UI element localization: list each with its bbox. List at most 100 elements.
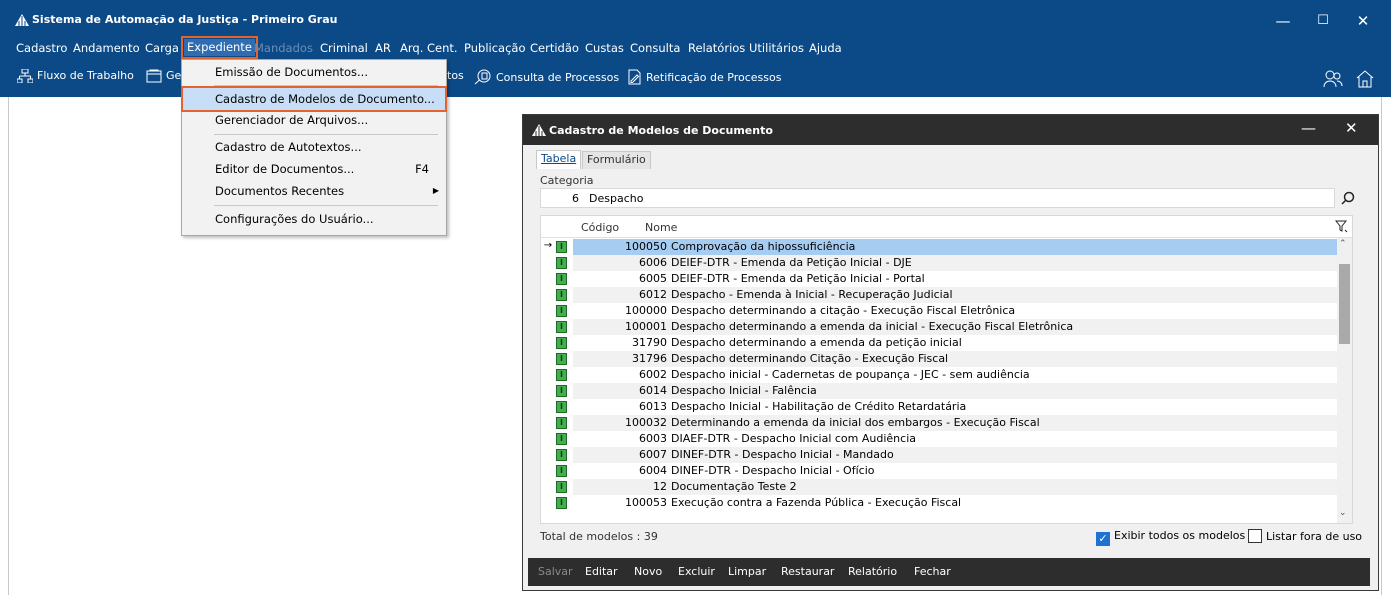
table-row[interactable]: I 6013 Despacho Inicial - Habilitação de C… (541, 399, 1337, 415)
table-row[interactable]: I 6005 DEIEF-DTR - Emenda da Petição Inici… (541, 271, 1337, 287)
tab-formulario[interactable]: Formulário (582, 151, 651, 169)
menu-item-emissao-documentos[interactable]: Emissão de Documentos... (183, 61, 445, 83)
editar-button[interactable]: Editar (585, 565, 618, 578)
users-icon[interactable] (1323, 70, 1343, 88)
limpar-button[interactable]: Limpar (728, 565, 766, 578)
show-all-models-checkbox[interactable]: ✓ Exibir todos os modelos (1096, 529, 1245, 546)
toolbar-workflow[interactable]: Fluxo de Trabalho (16, 68, 134, 84)
menu-item-configuracoes-usuario[interactable]: Configurações do Usuário... (183, 208, 445, 230)
fechar-button[interactable]: Fechar (914, 565, 951, 578)
relatório-button[interactable]: Relatório (848, 565, 897, 578)
menu-carga[interactable]: Carga (145, 41, 179, 55)
dialog-close-button[interactable]: ✕ (1345, 119, 1358, 137)
checkbox-unchecked-icon (1248, 529, 1262, 543)
toolbar-hidden-item[interactable]: tos (447, 69, 464, 82)
menu-item-cadastro-autotextos[interactable]: Cadastro de Autotextos... (183, 136, 445, 158)
menu-consulta[interactable]: Consulta (630, 41, 680, 55)
menu-certid-o[interactable]: Certidão (530, 41, 579, 55)
maximize-button[interactable]: ☐ (1303, 8, 1343, 34)
menu-separator (214, 134, 438, 135)
cell-codigo: 12 (653, 480, 667, 493)
menu-ajuda[interactable]: Ajuda (809, 41, 842, 55)
main-title-bar: Sistema de Automação da Justiça - Primei… (0, 0, 1391, 38)
cell-codigo: 6005 (639, 272, 667, 285)
column-header-nome[interactable]: Nome (645, 221, 677, 234)
dialog-title-bar: Cadastro de Modelos de Documento — ✕ (523, 115, 1378, 145)
cell-codigo: 6012 (639, 288, 667, 301)
menu-mandados: Mandados (254, 41, 313, 55)
status-active-icon: I (556, 465, 567, 477)
menu-item-cadastro-modelos[interactable]: Cadastro de Modelos de Documento... (181, 86, 447, 112)
menu-utilit-rios[interactable]: Utilitários (749, 41, 804, 55)
toolbar-document-manager[interactable]: Ge (146, 69, 181, 83)
menu-separator (214, 205, 438, 206)
filter-icon[interactable] (1335, 220, 1348, 233)
minimize-icon: — (1301, 119, 1316, 137)
table-row[interactable]: I 31790 Despacho determinando a emenda da … (541, 335, 1337, 351)
menu-item-documentos-recentes[interactable]: Documentos Recentes ▶ (183, 180, 445, 202)
table-row[interactable]: I 6007 DINEF-DTR - Despacho Inicial - Mand… (541, 447, 1337, 463)
table-row[interactable]: I 6006 DEIEF-DTR - Emenda da Petição Inici… (541, 255, 1337, 271)
table-row[interactable]: I 100053 Execução contra a Fazenda Pública… (541, 495, 1337, 511)
menu-andamento[interactable]: Andamento (73, 41, 140, 55)
toolbar-search-process[interactable]: Consulta de Processos (474, 69, 619, 85)
category-field[interactable]: 6 Despacho (540, 188, 1335, 208)
menu-criminal[interactable]: Criminal (320, 41, 368, 55)
status-active-icon: I (556, 257, 567, 269)
list-unused-checkbox[interactable]: Listar fora de uso (1248, 529, 1362, 543)
dialog-minimize-button[interactable]: — (1301, 119, 1316, 137)
menu-relat-rios[interactable]: Relatórios (688, 41, 745, 55)
table-row[interactable]: I 6014 Despacho Inicial - Falência (541, 383, 1337, 399)
cell-codigo: 6006 (639, 256, 667, 269)
restaurar-button[interactable]: Restaurar (781, 565, 834, 578)
cell-codigo: 6013 (639, 400, 667, 413)
scroll-thumb[interactable] (1339, 264, 1350, 344)
table-row[interactable]: I 100000 Despacho determinando a citação -… (541, 303, 1337, 319)
menu-custas[interactable]: Custas (585, 41, 624, 55)
status-active-icon: I (556, 337, 567, 349)
menu-item-editor-documentos[interactable]: Editor de Documentos... F4 (183, 158, 445, 180)
table-row[interactable]: I 31796 Despacho determinando Citação - Ex… (541, 351, 1337, 367)
app-logo-icon (532, 124, 546, 136)
cell-nome: Despacho determinando Citação - Execução… (671, 352, 949, 365)
column-header-codigo[interactable]: Código (581, 221, 619, 234)
cell-nome: Despacho Inicial - Habilitação de Crédit… (671, 400, 967, 413)
table-row[interactable]: I 100032 Determinando a emenda da inicial … (541, 415, 1337, 431)
tab-label: Formulário (587, 153, 646, 166)
excluir-button[interactable]: Excluir (678, 565, 715, 578)
status-active-icon: I (556, 481, 567, 493)
toolbar-workflow-label: Fluxo de Trabalho (37, 69, 134, 82)
table-row[interactable]: I 12 Documentação Teste 2 (541, 479, 1337, 495)
table-row[interactable]: I 6002 Despacho inicial - Cadernetas de po… (541, 367, 1337, 383)
scroll-down-icon[interactable]: ⌄ (1339, 508, 1347, 518)
menu-ar[interactable]: AR (375, 41, 391, 55)
menu-expediente[interactable]: Expediente (181, 36, 258, 59)
menu-arq-cent[interactable]: Arq. Cent. (400, 41, 458, 55)
toolbar-edit-process[interactable]: Retificação de Processos (626, 69, 781, 85)
close-button[interactable]: ✕ (1343, 8, 1383, 34)
menu-publica-o[interactable]: Publicação (464, 41, 526, 55)
menu-item-gerenciador-arquivos[interactable]: Gerenciador de Arquivos... (183, 109, 445, 131)
scroll-up-icon[interactable]: ⌃ (1339, 239, 1347, 249)
menu-cadastro[interactable]: Cadastro (16, 41, 67, 55)
novo-button[interactable]: Novo (634, 565, 662, 578)
home-icon[interactable] (1355, 69, 1375, 88)
table-row[interactable]: I 100001 Despacho determinando a emenda da… (541, 319, 1337, 335)
table-row[interactable]: → I 100050 Comprovação da hipossuficiência (541, 239, 1337, 255)
status-active-icon: I (556, 401, 567, 413)
table-row[interactable]: I 6003 DIAEF-DTR - Despacho Inicial com Au… (541, 431, 1337, 447)
table-row[interactable]: I 6012 Despacho - Emenda à Inicial - Recup… (541, 287, 1337, 303)
cell-codigo: 100001 (625, 320, 667, 333)
cell-nome: DIAEF-DTR - Despacho Inicial com Audiênc… (671, 432, 916, 445)
cell-codigo: 6007 (639, 448, 667, 461)
menu-item-label: Documentos Recentes (215, 184, 345, 198)
close-icon: ✕ (1345, 119, 1358, 137)
cell-nome: DEIEF-DTR - Emenda da Petição Inicial - … (671, 272, 925, 285)
table-row[interactable]: I 6004 DINEF-DTR - Despacho Inicial - Ofíc… (541, 463, 1337, 479)
grid-vertical-scrollbar[interactable]: ⌃ ⌄ (1337, 238, 1352, 523)
expediente-dropdown-menu: Emissão de Documentos... Cadastro de Mod… (181, 59, 447, 236)
tab-tabela[interactable]: Tabela (536, 150, 582, 169)
search-icon[interactable] (1341, 191, 1355, 205)
minimize-button[interactable]: — (1263, 8, 1303, 34)
checkbox-checked-icon: ✓ (1096, 532, 1110, 546)
